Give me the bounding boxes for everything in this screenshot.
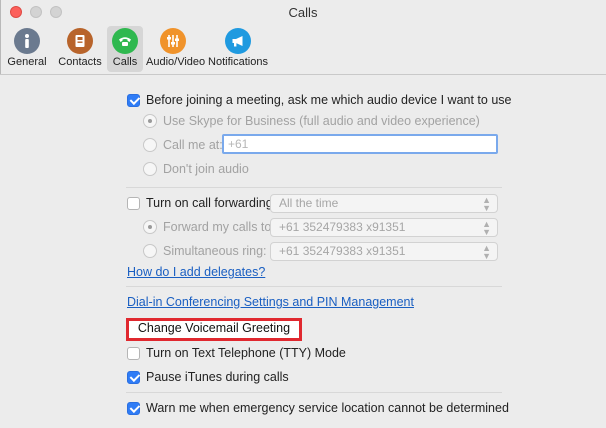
ask-audio-device-label: Before joining a meeting, ask me which a… [146, 93, 512, 107]
preferences-toolbar: General Contacts Calls Audio/Video Notif… [0, 24, 606, 75]
add-delegates-link[interactable]: How do I add delegates? [127, 265, 265, 279]
pause-itunes-row[interactable]: Pause iTunes during calls [127, 367, 289, 387]
tab-calls-label: Calls [112, 56, 138, 68]
call-forwarding-label: Turn on call forwarding [146, 196, 273, 210]
call-me-radio[interactable] [143, 138, 157, 152]
forward-calls-value: +61 352479383 x91351 [279, 220, 406, 234]
phone-icon [112, 28, 138, 54]
use-skype-label: Use Skype for Business (full audio and v… [163, 114, 480, 128]
tab-contacts[interactable]: Contacts [55, 26, 105, 72]
pause-itunes-checkbox[interactable] [127, 370, 140, 384]
call-me-label: Call me at: [163, 138, 223, 152]
tab-contacts-label: Contacts [58, 56, 102, 68]
forwarding-mode-value: All the time [279, 196, 339, 210]
sliders-icon [160, 28, 186, 54]
forward-calls-label: Forward my calls to: [163, 220, 275, 234]
pause-itunes-label: Pause iTunes during calls [146, 370, 289, 384]
tty-mode-label: Turn on Text Telephone (TTY) Mode [146, 346, 346, 360]
simultaneous-ring-radio[interactable] [143, 244, 157, 258]
simultaneous-ring-label: Simultaneous ring: [163, 244, 267, 258]
select-arrows-icon: ▲ ▼ [482, 219, 491, 237]
megaphone-icon [225, 28, 251, 54]
info-icon [14, 28, 40, 54]
tab-general-label: General [7, 56, 47, 68]
call-me-number-input[interactable]: +61 [222, 134, 498, 154]
tab-audio-video[interactable]: Audio/Video [146, 26, 206, 72]
select-arrows-icon: ▲ ▼ [482, 195, 491, 213]
tty-mode-checkbox[interactable] [127, 346, 140, 360]
change-voicemail-greeting-button[interactable]: Change Voicemail Greeting [126, 318, 302, 341]
forward-calls-select[interactable]: +61 352479383 x91351 ▲ ▼ [270, 218, 498, 237]
forwarding-mode-select[interactable]: All the time ▲ ▼ [270, 194, 498, 213]
dont-join-audio-label: Don't join audio [163, 162, 249, 176]
window-title: Calls [288, 5, 318, 20]
use-skype-row[interactable]: Use Skype for Business (full audio and v… [143, 111, 480, 131]
ask-audio-device-checkbox[interactable] [127, 93, 140, 107]
change-voicemail-greeting-label: Change Voicemail Greeting [137, 321, 291, 335]
section-divider [126, 286, 502, 287]
address-book-icon [67, 28, 93, 54]
preferences-window: Calls General Contacts Calls Audio/Video [0, 0, 606, 428]
ask-audio-device-row[interactable]: Before joining a meeting, ask me which a… [127, 90, 512, 110]
section-divider [126, 187, 502, 188]
dont-join-audio-radio[interactable] [143, 162, 157, 176]
select-arrows-icon: ▲ ▼ [482, 243, 491, 261]
call-forwarding-checkbox[interactable] [127, 196, 140, 210]
title-bar: Calls [0, 0, 606, 24]
emergency-warning-row[interactable]: Warn me when emergency service location … [127, 398, 509, 418]
dial-in-conferencing-link[interactable]: Dial-in Conferencing Settings and PIN Ma… [127, 295, 414, 309]
use-skype-radio[interactable] [143, 114, 157, 128]
emergency-warning-label: Warn me when emergency service location … [146, 401, 509, 415]
tty-mode-row[interactable]: Turn on Text Telephone (TTY) Mode [127, 343, 346, 363]
forward-calls-row[interactable]: Forward my calls to: [143, 217, 275, 237]
call-forwarding-row[interactable]: Turn on call forwarding [127, 193, 273, 213]
simultaneous-ring-value: +61 352479383 x91351 [279, 244, 406, 258]
simultaneous-ring-row[interactable]: Simultaneous ring: [143, 241, 267, 261]
tab-calls[interactable]: Calls [107, 26, 143, 72]
emergency-warning-checkbox[interactable] [127, 401, 140, 415]
forward-calls-radio[interactable] [143, 220, 157, 234]
call-me-row[interactable]: Call me at: [143, 135, 223, 155]
tab-general[interactable]: General [2, 26, 52, 72]
section-divider [126, 392, 502, 393]
tab-audio-video-label: Audio/Video [146, 56, 206, 68]
simultaneous-ring-select[interactable]: +61 352479383 x91351 ▲ ▼ [270, 242, 498, 261]
calls-pane: Before joining a meeting, ask me which a… [0, 75, 606, 428]
dont-join-audio-row[interactable]: Don't join audio [143, 159, 249, 179]
tab-notifications-label: Notifications [208, 56, 268, 68]
tab-notifications[interactable]: Notifications [204, 26, 272, 72]
